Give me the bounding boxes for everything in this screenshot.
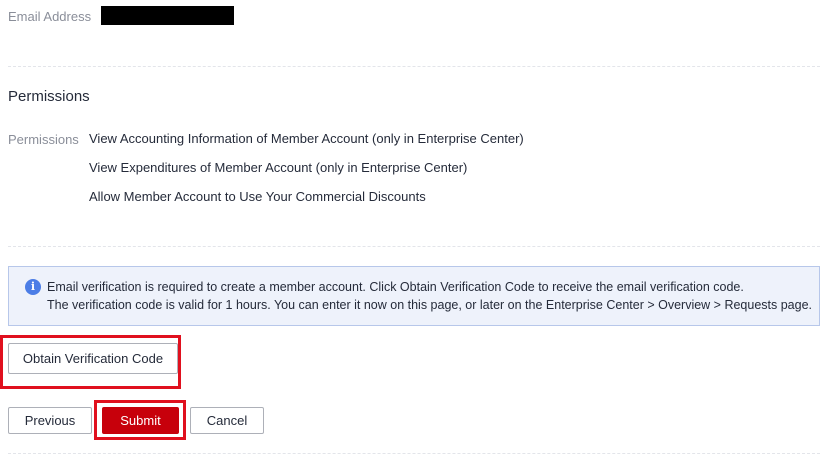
- section-divider-2: [8, 246, 820, 247]
- email-address-value-redacted: [101, 6, 234, 25]
- permissions-section-title: Permissions: [8, 88, 90, 105]
- section-divider-3: [8, 453, 820, 454]
- permissions-field-label: Permissions: [8, 132, 79, 147]
- permission-item-commercial-discounts: Allow Member Account to Use Your Commerc…: [89, 189, 426, 204]
- notice-text-line-1: Email verification is required to create…: [47, 280, 744, 294]
- previous-button[interactable]: Previous: [8, 407, 92, 434]
- cancel-button[interactable]: Cancel: [190, 407, 264, 434]
- section-divider-1: [8, 66, 820, 67]
- submit-button[interactable]: Submit: [102, 407, 179, 434]
- email-address-label: Email Address: [8, 9, 92, 24]
- permission-item-view-expenditures: View Expenditures of Member Account (onl…: [89, 160, 468, 175]
- info-icon: i: [25, 279, 41, 295]
- permission-item-view-accounting: View Accounting Information of Member Ac…: [89, 131, 524, 146]
- email-verification-notice: i Email verification is required to crea…: [8, 266, 820, 326]
- obtain-verification-code-button[interactable]: Obtain Verification Code: [8, 343, 178, 374]
- notice-text-line-2: The verification code is valid for 1 hou…: [47, 298, 813, 312]
